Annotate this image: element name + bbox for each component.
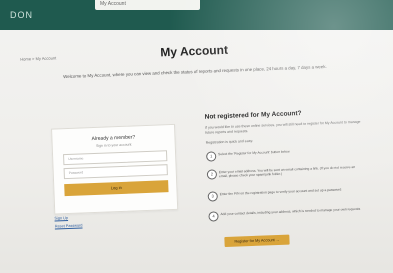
brand-logo: DON	[10, 10, 33, 20]
step-text: Enter your email address. You will be se…	[218, 164, 356, 179]
step-text: Select the 'Register for My Account' but…	[218, 149, 290, 157]
page-content: Home > My Account My Account Welcome to …	[14, 29, 383, 273]
register-step: 2 Enter your email address. You will be …	[206, 164, 367, 186]
register-button[interactable]: Register for My Account →	[224, 234, 290, 248]
username-field[interactable]: Username	[63, 150, 168, 166]
reset-password-link[interactable]: Reset Password	[55, 223, 83, 228]
step-number: 2	[206, 169, 218, 180]
screen: DON My Account Home > My Account My Acco…	[0, 0, 393, 270]
register-text: If you would like to use these online se…	[205, 119, 361, 135]
register-panel: Not registered for My Account? If you wo…	[205, 107, 375, 253]
password-placeholder: Password	[68, 170, 84, 175]
step-number: 3	[207, 191, 218, 202]
top-bar: DON My Account	[0, 0, 393, 30]
register-step: 4 Add your contact details, including yo…	[208, 206, 368, 228]
step-text: Add your contact details, including your…	[220, 206, 361, 217]
step-number: 4	[208, 211, 219, 222]
step-text: Enter the PIN on the registration page t…	[219, 187, 342, 197]
login-card: Already a member? Sign in to your accoun…	[51, 123, 179, 215]
page-intro: Welcome to My Account, where you can vie…	[63, 63, 327, 80]
sign-up-link[interactable]: Sign Up	[54, 215, 82, 221]
account-links: Sign Up Reset Password	[54, 215, 82, 232]
register-meta: Registration is quick and easy:	[205, 138, 254, 145]
login-button[interactable]: Log in	[64, 180, 169, 197]
page-title: My Account	[160, 42, 229, 60]
password-field[interactable]: Password	[63, 164, 168, 180]
register-step: 3 Enter the PIN on the registration page…	[207, 186, 368, 208]
step-number: 1	[206, 151, 217, 162]
browser-tab-title: My Account	[100, 1, 126, 7]
browser-tab[interactable]: My Account	[95, 0, 200, 10]
username-placeholder: Username	[68, 156, 84, 161]
register-title: Not registered for My Account?	[204, 109, 302, 121]
